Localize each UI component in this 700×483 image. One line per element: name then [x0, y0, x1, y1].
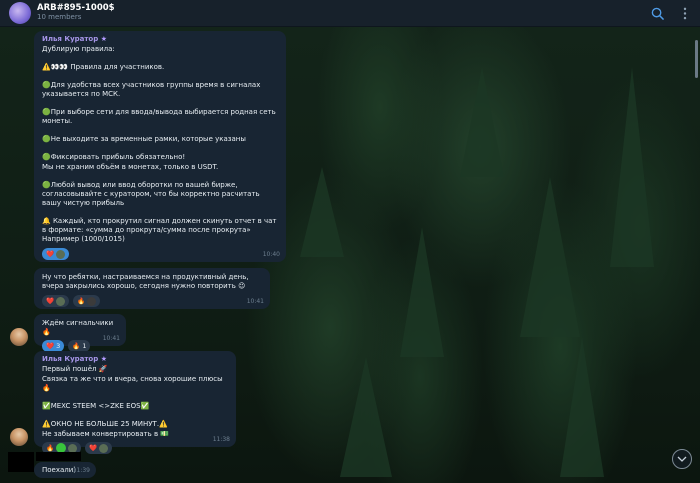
message-line: ⚠️👀👀 Правила для участников.	[42, 63, 165, 71]
message-line: Не забываем конвертировать в 💵	[42, 430, 170, 438]
user-avatar[interactable]	[10, 428, 28, 446]
background-tree	[460, 67, 504, 177]
background-tree	[340, 357, 392, 477]
message-line: ✅MEXC STEEM <>ZKE EOS✅	[42, 402, 150, 410]
reaction-heart[interactable]: ❤️	[42, 295, 70, 307]
message-go[interactable]: Поехали) 11:39	[34, 462, 96, 478]
more-icon[interactable]	[678, 6, 692, 20]
reactor-avatar	[87, 296, 97, 306]
message-line: 🟢Фиксировать прибыль обязательно!	[42, 153, 186, 161]
message-morning[interactable]: Ну что ребятки, настраиваемся на продукт…	[34, 268, 270, 309]
background-tree	[560, 337, 604, 477]
background-tree	[610, 67, 654, 267]
message-line: 🟢Для удобства всех участников группы вре…	[42, 81, 261, 98]
star-icon: ★	[100, 355, 107, 363]
background-tree	[520, 177, 580, 337]
chevron-down-icon	[677, 456, 687, 462]
message-sender[interactable]: Илья Куратор ★	[42, 35, 278, 44]
message-waiting[interactable]: Ждём сигнальчики 🔥 ❤️ 3 🔥 1 10:41	[34, 314, 126, 352]
message-line: 🔔 Каждый, кто прокрутил сигнал должен ск…	[42, 217, 277, 243]
message-rules[interactable]: Илья Куратор ★ Дублирую правила: ⚠️👀👀 Пр…	[34, 31, 286, 262]
reaction-heart[interactable]: ❤️	[42, 248, 70, 260]
message-line: Дублирую правила:	[42, 45, 115, 53]
message-time: 10:41	[246, 298, 264, 305]
user-avatar[interactable]	[8, 452, 34, 472]
message-line: 🟢Любой вывод или ввод оборотки по вашей …	[42, 181, 260, 207]
reaction-fire[interactable]: 🔥	[73, 295, 101, 307]
group-avatar[interactable]	[9, 2, 31, 24]
message-time: 10:40	[262, 251, 280, 258]
message-line: ⚠️ОКНО НЕ БОЛЬШЕ 25 МИНУТ.⚠️	[42, 420, 168, 428]
message-line: Первый пошёл 🚀	[42, 365, 108, 373]
background-tree	[300, 167, 344, 257]
message-line: 🟢При выборе сети для ввода/вывода выбира…	[42, 108, 276, 125]
message-first-signal[interactable]: Илья Куратор ★ Первый пошёл 🚀 Связка та …	[34, 351, 236, 454]
user-avatar[interactable]	[10, 328, 28, 346]
background-tree	[400, 227, 444, 357]
reaction-heart[interactable]: ❤️	[85, 442, 113, 454]
reactor-avatar	[56, 296, 66, 306]
message-line: 🟢Не выходите за временные рамки, которые…	[42, 135, 246, 143]
reactor-avatar	[99, 443, 109, 453]
message-line: Связка та же что и вчера, снова хорошие …	[42, 375, 223, 392]
message-time: 10:41	[102, 335, 120, 342]
message-text: Ну что ребятки, настраиваемся на продукт…	[42, 273, 249, 290]
star-icon: ★	[100, 35, 107, 43]
scroll-down-button[interactable]	[672, 449, 692, 469]
message-time: 11:38	[212, 436, 230, 443]
redacted-name	[36, 452, 81, 461]
scrollbar[interactable]	[695, 40, 698, 78]
chat-title-block[interactable]: ARB#895-1000$ 10 members	[37, 2, 115, 22]
chat-header: ARB#895-1000$ 10 members	[0, 0, 700, 27]
message-sender[interactable]: Илья Куратор ★	[42, 355, 228, 364]
message-time: 11:39	[72, 467, 90, 474]
members-count: 10 members	[37, 13, 82, 22]
search-icon[interactable]	[650, 6, 664, 20]
message-line: Мы не храним объём в монетах, только в U…	[42, 163, 219, 171]
reactor-avatar	[56, 249, 66, 259]
chat-title: ARB#895-1000$	[37, 2, 115, 13]
